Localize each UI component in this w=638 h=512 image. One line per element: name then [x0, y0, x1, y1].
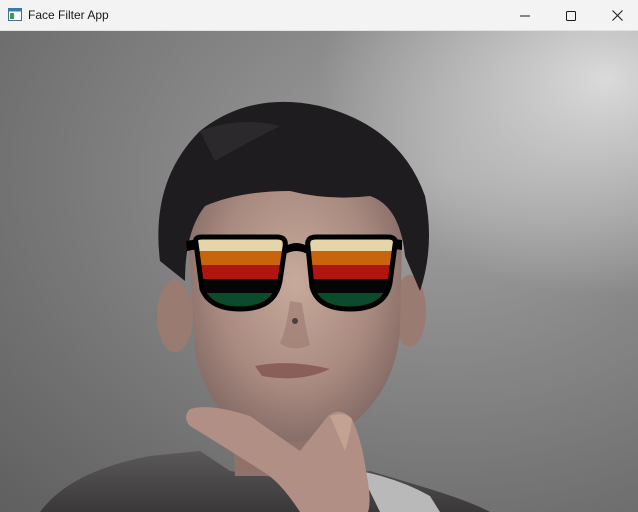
minimize-button[interactable] [502, 0, 548, 31]
window-title: Face Filter App [28, 8, 109, 22]
minimize-icon [520, 15, 530, 16]
close-icon [611, 10, 623, 21]
camera-feed [0, 31, 638, 512]
close-button[interactable] [594, 0, 638, 31]
title-bar[interactable]: Face Filter App [0, 0, 638, 31]
face-filter-app-window: Face Filter App [0, 0, 638, 512]
left-ear [157, 280, 193, 352]
camera-frame-image [0, 31, 638, 512]
app-window-icon [8, 8, 22, 21]
maximize-icon [566, 10, 576, 21]
maximize-button[interactable] [548, 0, 594, 31]
